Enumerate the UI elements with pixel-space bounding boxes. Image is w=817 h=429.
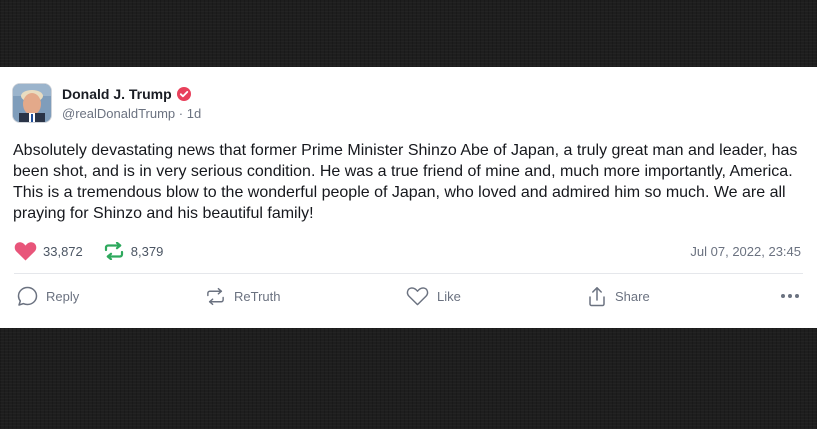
reply-button[interactable]: Reply bbox=[17, 285, 79, 307]
avatar[interactable] bbox=[12, 83, 52, 123]
retruth-label: ReTruth bbox=[234, 288, 281, 304]
post-body: Absolutely devastating news that former … bbox=[13, 142, 798, 222]
post-timestamp: Jul 07, 2022, 23:45 bbox=[690, 244, 801, 259]
like-count[interactable]: 33,872 bbox=[14, 241, 83, 261]
share-icon bbox=[589, 286, 605, 306]
retruth-icon bbox=[207, 287, 224, 305]
heart-outline-icon bbox=[406, 287, 429, 306]
share-button[interactable]: Share bbox=[587, 285, 650, 307]
retruth-button[interactable]: ReTruth bbox=[205, 285, 280, 307]
avatar-image bbox=[13, 84, 51, 122]
author-display-name[interactable]: Donald J. Trump bbox=[62, 86, 172, 102]
ellipsis-icon bbox=[778, 294, 799, 298]
retruth-count[interactable]: 8,379 bbox=[103, 242, 164, 260]
like-button[interactable]: Like bbox=[406, 285, 461, 307]
separator-dot: · bbox=[178, 106, 187, 121]
like-count-value: 33,872 bbox=[43, 243, 83, 259]
retruth-count-value: 8,379 bbox=[130, 243, 164, 259]
reply-label: Reply bbox=[46, 288, 80, 304]
author-handle-row: @realDonaldTrump · 1d bbox=[62, 106, 201, 121]
author-name-row: Donald J. Trump bbox=[62, 85, 191, 103]
divider bbox=[14, 273, 803, 274]
verified-badge-icon bbox=[176, 87, 191, 101]
like-label: Like bbox=[437, 288, 461, 304]
post-age: 1d bbox=[186, 106, 202, 121]
author-handle[interactable]: @realDonaldTrump bbox=[62, 106, 175, 121]
post-card: Donald J. Trump @realDonaldTrump · 1d Ab… bbox=[0, 67, 817, 328]
post-stats: 33,872 8,379 bbox=[14, 241, 183, 261]
heart-icon bbox=[14, 242, 37, 261]
more-options-button[interactable] bbox=[778, 289, 799, 303]
retruth-icon bbox=[104, 242, 123, 260]
speech-bubble-icon bbox=[17, 286, 38, 306]
share-label: Share bbox=[615, 288, 650, 304]
